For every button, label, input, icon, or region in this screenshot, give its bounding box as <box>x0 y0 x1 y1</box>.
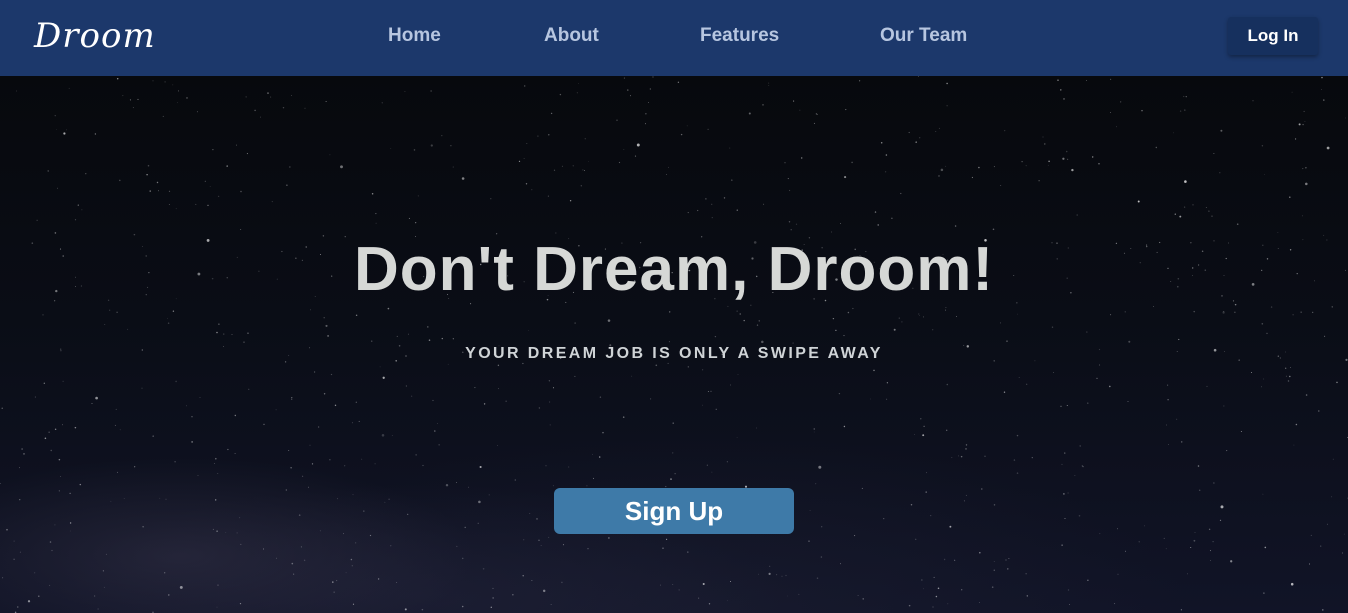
nav-link-about[interactable]: About <box>544 24 599 48</box>
nav-link-features[interactable]: Features <box>700 24 779 48</box>
signup-button[interactable]: Sign Up <box>554 488 794 534</box>
hero-section: Don't Dream, Droom! YOUR DREAM JOB IS ON… <box>0 76 1348 613</box>
login-button[interactable]: Log In <box>1228 17 1318 55</box>
hero-subtitle: YOUR DREAM JOB IS ONLY A SWIPE AWAY <box>465 345 883 362</box>
brand-logo[interactable]: Droom <box>34 14 156 58</box>
nav-link-our-team[interactable]: Our Team <box>880 24 967 48</box>
top-navbar: Droom Home About Features Our Team Log I… <box>0 0 1348 76</box>
nav-link-home[interactable]: Home <box>388 24 441 48</box>
hero-title: Don't Dream, Droom! <box>354 235 994 304</box>
